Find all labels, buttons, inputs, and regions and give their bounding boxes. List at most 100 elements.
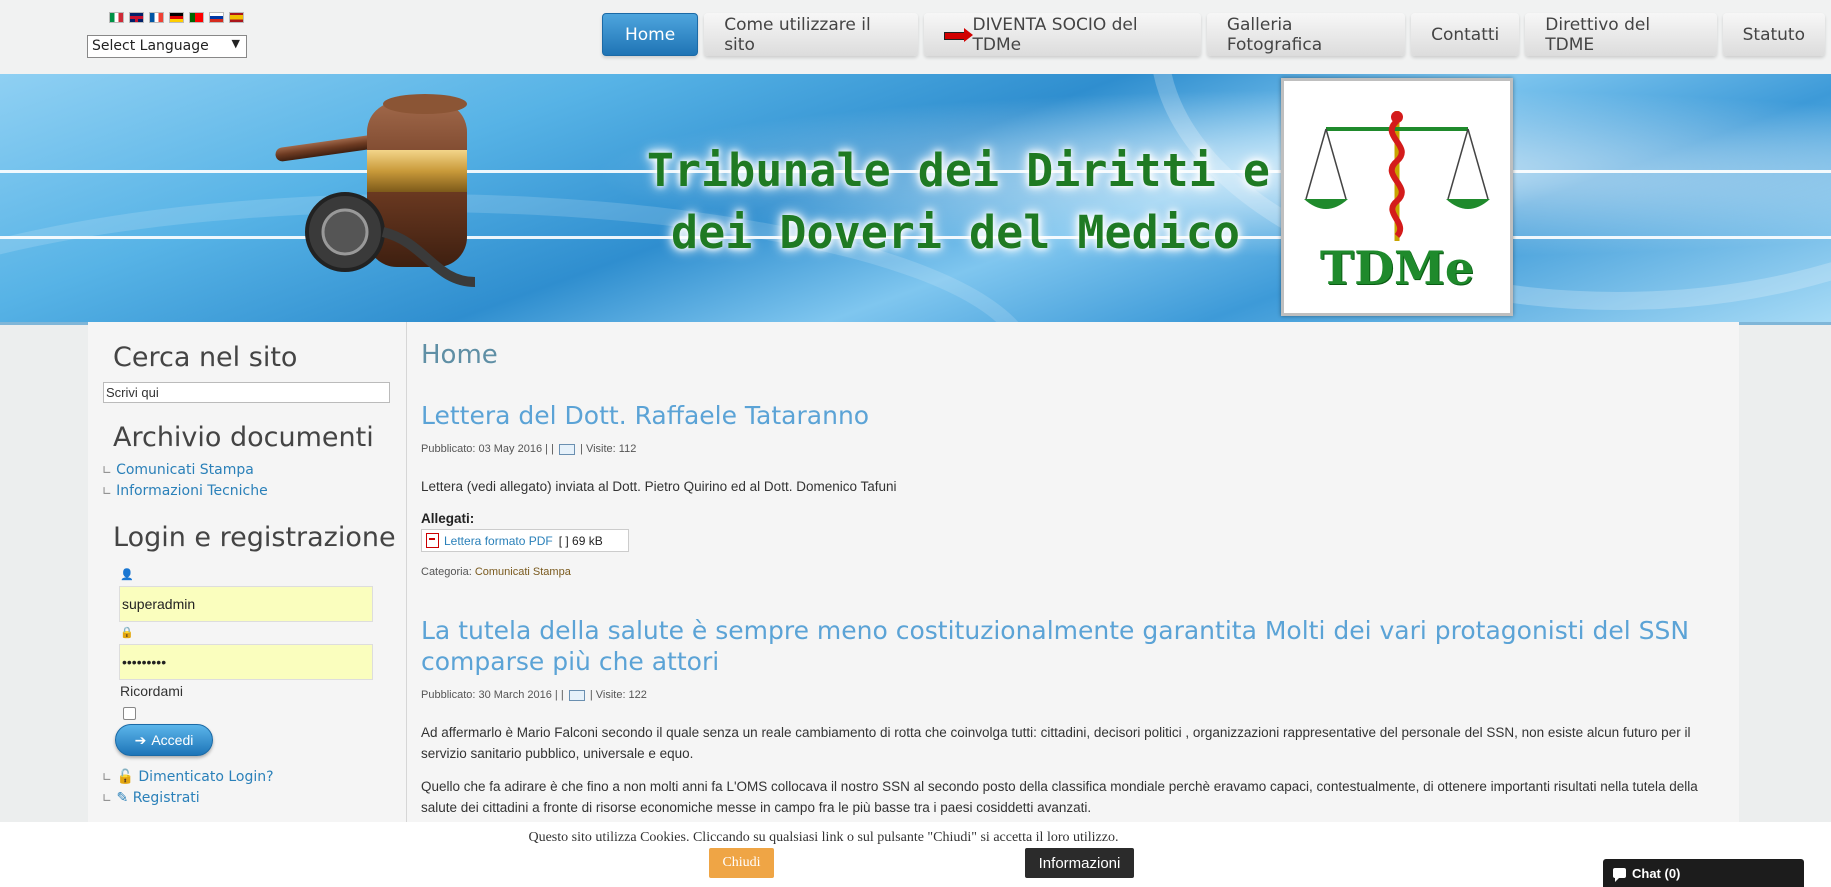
article-meta: Pubblicato: 03 May 2016 | | | Visite: 11… bbox=[421, 443, 636, 455]
language-flags bbox=[109, 12, 244, 23]
login-icon: ➔ bbox=[134, 731, 147, 748]
top-bar: Select Language ▼ Home Come utilizzare i… bbox=[0, 0, 1831, 74]
attachment-link[interactable]: Lettera formato PDF bbox=[444, 534, 553, 548]
sidebar: Cerca nel sito Scrivi qui Archivio docum… bbox=[88, 322, 407, 887]
flag-german-icon[interactable] bbox=[169, 12, 184, 23]
tree-connector-icon: ∟ bbox=[102, 770, 113, 784]
article-title-link[interactable]: Lettera del Dott. Raffaele Tataranno bbox=[421, 400, 1721, 431]
article-body: Lettera (vedi allegato) inviata al Dott.… bbox=[421, 479, 897, 494]
unlock-icon: 🔓 bbox=[116, 769, 134, 785]
page-title: Home bbox=[421, 340, 498, 370]
archive-item-comunicati[interactable]: ∟ Comunicati Stampa bbox=[102, 462, 254, 478]
header-banner: Tribunale dei Diritti e dei Doveri del M… bbox=[0, 74, 1831, 325]
flag-english-icon[interactable] bbox=[129, 12, 144, 23]
category-label: Categoria: bbox=[421, 566, 472, 578]
register-label: Registrati bbox=[132, 790, 200, 806]
logo-text: TDMe bbox=[1319, 241, 1475, 295]
nav-label: Galleria Fotografica bbox=[1226, 14, 1323, 55]
chat-label: Chat (0) bbox=[1632, 865, 1681, 881]
login-button[interactable]: ➔ Accedi bbox=[115, 724, 213, 756]
password-field[interactable]: ••••••••• bbox=[119, 644, 373, 680]
banner-title: Tribunale dei Diritti e dei Doveri del M… bbox=[0, 140, 1270, 264]
nav-item-galleria[interactable]: Galleria Fotografica bbox=[1206, 13, 1406, 56]
flag-spanish-icon[interactable] bbox=[229, 12, 244, 23]
cookie-bar: Questo sito utilizza Cookies. Cliccando … bbox=[0, 822, 1831, 887]
article-paragraph: Ad affermarlo è Mario Falconi secondo il… bbox=[421, 725, 1691, 761]
cookie-close-label: Chiudi bbox=[722, 855, 761, 870]
archive-item-label: Informazioni Tecniche bbox=[116, 483, 268, 499]
attachment-size: [ ] 69 kB bbox=[558, 533, 603, 548]
page-content: Cerca nel sito Scrivi qui Archivio docum… bbox=[88, 322, 1739, 887]
username-field[interactable]: superadmin bbox=[119, 586, 373, 622]
search-heading: Cerca nel sito bbox=[113, 342, 298, 373]
nav-label: DIVENTA SOCIO del TDMe bbox=[972, 14, 1138, 55]
nav-label: Statuto bbox=[1742, 24, 1805, 45]
nav-item-contatti[interactable]: Contatti bbox=[1411, 13, 1520, 56]
language-select[interactable]: Select Language ▼ bbox=[87, 35, 247, 58]
chat-tab[interactable]: Chat (0) bbox=[1603, 859, 1804, 887]
register-link[interactable]: ∟ ✎ Registrati bbox=[102, 790, 200, 806]
nav-item-diventa-socio[interactable]: DIVENTA SOCIO del TDMe bbox=[923, 13, 1201, 56]
search-placeholder: Scrivi qui bbox=[106, 385, 159, 400]
meta-visits: | Visite: 122 bbox=[589, 689, 647, 701]
banner-title-line2: dei Doveri del Medico bbox=[671, 206, 1240, 259]
article-meta: Pubblicato: 30 March 2016 | | | Visite: … bbox=[421, 689, 647, 701]
login-button-label: Accedi bbox=[151, 732, 194, 748]
meta-visits: | Visite: 112 bbox=[580, 443, 637, 455]
chevron-down-icon: ▼ bbox=[231, 37, 240, 50]
cookie-close-button[interactable]: Chiudi bbox=[709, 848, 774, 878]
nav-label: Come utilizzare il sito bbox=[724, 14, 871, 55]
edit-icon: ✎ bbox=[116, 790, 129, 806]
nav-label: Direttivo del TDME bbox=[1545, 14, 1651, 55]
archive-heading: Archivio documenti bbox=[113, 422, 374, 453]
language-select-value: Select Language bbox=[92, 38, 209, 54]
category-link[interactable]: Comunicati Stampa bbox=[475, 566, 571, 578]
email-icon[interactable] bbox=[568, 689, 585, 701]
flag-russian-icon[interactable] bbox=[209, 12, 224, 23]
nav-item-direttivo[interactable]: Direttivo del TDME bbox=[1525, 13, 1717, 56]
nav-label: Home bbox=[625, 24, 676, 45]
tree-connector-icon: ∟ bbox=[102, 463, 113, 477]
forgot-login-link[interactable]: ∟ 🔓 Dimenticato Login? bbox=[102, 769, 274, 785]
flag-portuguese-icon[interactable] bbox=[189, 12, 204, 23]
cookie-text: Questo sito utilizza Cookies. Cliccando … bbox=[0, 830, 1831, 846]
username-value: superadmin bbox=[122, 596, 196, 612]
cookie-message: Questo sito utilizza Cookies. Cliccando … bbox=[528, 830, 1119, 845]
archive-item-informazioni[interactable]: ∟ Informazioni Tecniche bbox=[102, 483, 268, 499]
archive-item-label: Comunicati Stampa bbox=[116, 462, 254, 478]
scales-caduceus-icon bbox=[1304, 111, 1490, 241]
cookie-info-label: Informazioni bbox=[1038, 854, 1121, 872]
lock-icon: 🔒 bbox=[120, 627, 134, 639]
login-heading: Login e registrazione bbox=[113, 522, 396, 553]
banner-title-line1: Tribunale dei Diritti e bbox=[646, 144, 1270, 197]
pdf-icon bbox=[426, 533, 439, 548]
article-title-link[interactable]: La tutela della salute è sempre meno cos… bbox=[421, 615, 1721, 677]
user-icon: 👤 bbox=[120, 569, 134, 581]
flag-italian-icon[interactable] bbox=[109, 12, 124, 23]
search-input[interactable]: Scrivi qui bbox=[103, 382, 390, 403]
tree-connector-icon: ∟ bbox=[102, 791, 113, 805]
nav-label: Contatti bbox=[1431, 24, 1500, 45]
nav-item-statuto[interactable]: Statuto bbox=[1722, 13, 1825, 56]
attachment-item: Lettera formato PDF [ ] 69 kB bbox=[421, 529, 629, 552]
article-category: Categoria: Comunicati Stampa bbox=[421, 566, 571, 578]
flag-french-icon[interactable] bbox=[149, 12, 164, 23]
tree-connector-icon: ∟ bbox=[102, 484, 113, 498]
cookie-info-button[interactable]: Informazioni bbox=[1025, 848, 1134, 878]
article-paragraph: Quello che fa adirare è che fino a non m… bbox=[421, 779, 1698, 815]
email-icon[interactable] bbox=[558, 443, 575, 455]
attachments-label: Allegati: bbox=[421, 511, 475, 526]
remember-label: Ricordami bbox=[120, 683, 184, 699]
chat-icon bbox=[1613, 868, 1626, 882]
meta-published: Pubblicato: 03 May 2016 | | bbox=[421, 443, 554, 455]
main-content: Home Lettera del Dott. Raffaele Tatarann… bbox=[421, 322, 1731, 887]
nav-item-come-utilizzare[interactable]: Come utilizzare il sito bbox=[704, 13, 918, 56]
meta-published: Pubblicato: 30 March 2016 | | bbox=[421, 689, 564, 701]
password-value: ••••••••• bbox=[122, 654, 167, 670]
main-nav: Home Come utilizzare il sito DIVENTA SOC… bbox=[602, 13, 1831, 56]
nav-item-home[interactable]: Home bbox=[602, 13, 699, 56]
red-arrow-icon bbox=[943, 27, 973, 42]
remember-checkbox[interactable] bbox=[123, 707, 136, 720]
forgot-login-label: Dimenticato Login? bbox=[138, 769, 274, 785]
tdme-logo: TDMe bbox=[1281, 78, 1513, 316]
